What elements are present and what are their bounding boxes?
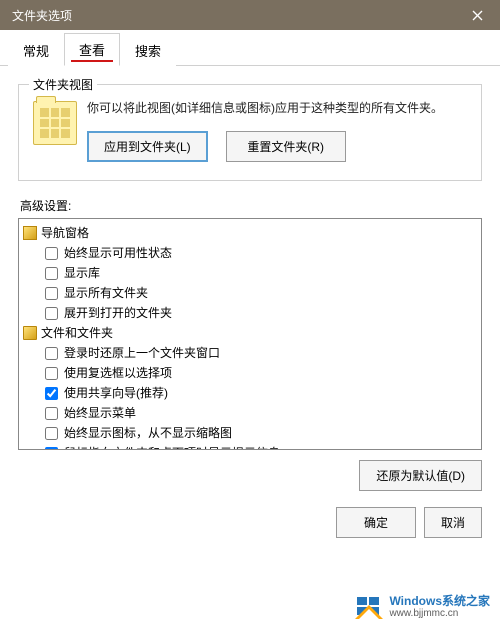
tree-item-checkbox[interactable] — [45, 247, 58, 260]
dialog-buttons: 确定 取消 — [0, 507, 500, 550]
tree-item-checkbox[interactable] — [45, 267, 58, 280]
tree-item-label: 始终显示菜单 — [64, 404, 136, 422]
window-title: 文件夹选项 — [12, 7, 72, 24]
tree-item-label: 显示库 — [64, 264, 100, 282]
watermark-url: www.bjjmmc.cn — [389, 608, 490, 619]
titlebar: 文件夹选项 — [0, 0, 500, 30]
ok-button[interactable]: 确定 — [336, 507, 416, 538]
tree-item-checkbox[interactable] — [45, 307, 58, 320]
folder-views-legend: 文件夹视图 — [29, 76, 97, 93]
tree-item[interactable]: 使用复选框以选择项 — [21, 363, 479, 383]
tree-item[interactable]: 始终显示可用性状态 — [21, 243, 479, 263]
tree-item-checkbox[interactable] — [45, 367, 58, 380]
watermark: Windows系统之家 www.bjjmmc.cn — [351, 593, 494, 621]
tree-item-label: 使用共享向导(推荐) — [64, 384, 168, 402]
tree-item-label: 显示所有文件夹 — [64, 284, 148, 302]
tree-group: 文件和文件夹 — [21, 323, 479, 343]
tab-content: 文件夹视图 你可以将此视图(如详细信息或图标)应用于这种类型的所有文件夹。 应用… — [0, 66, 500, 501]
tree-item-checkbox[interactable] — [45, 447, 58, 451]
apply-to-folders-button[interactable]: 应用到文件夹(L) — [87, 131, 208, 162]
watermark-title: Windows系统之家 — [389, 595, 490, 608]
folder-views-icon — [33, 101, 77, 145]
reset-folders-button[interactable]: 重置文件夹(R) — [226, 131, 346, 162]
restore-defaults-button[interactable]: 还原为默认值(D) — [359, 460, 482, 491]
tree-item[interactable]: 显示库 — [21, 263, 479, 283]
tree-item-checkbox[interactable] — [45, 407, 58, 420]
tree-item-checkbox[interactable] — [45, 287, 58, 300]
tab-search[interactable]: 搜索 — [120, 34, 176, 66]
tree-group-label: 文件和文件夹 — [41, 324, 113, 342]
tree-item[interactable]: 显示所有文件夹 — [21, 283, 479, 303]
tab-bar: 常规 查看 搜索 — [0, 30, 500, 66]
windows-logo-icon — [355, 595, 383, 619]
tree-item[interactable]: 始终显示菜单 — [21, 403, 479, 423]
tree-item-checkbox[interactable] — [45, 427, 58, 440]
folder-views-description: 你可以将此视图(如详细信息或图标)应用于这种类型的所有文件夹。 — [87, 99, 467, 117]
close-icon — [472, 10, 483, 21]
close-button[interactable] — [455, 0, 500, 30]
tree-item-label: 使用复选框以选择项 — [64, 364, 172, 382]
tree-item-label: 始终显示图标，从不显示缩略图 — [64, 424, 232, 442]
folder-views-group: 文件夹视图 你可以将此视图(如详细信息或图标)应用于这种类型的所有文件夹。 应用… — [18, 84, 482, 181]
tree-item[interactable]: 鼠标指向文件夹和桌面项时显示提示信息 — [21, 443, 479, 450]
tree-item[interactable]: 始终显示图标，从不显示缩略图 — [21, 423, 479, 443]
tree-item-label: 鼠标指向文件夹和桌面项时显示提示信息 — [64, 444, 280, 450]
tree-item[interactable]: 展开到打开的文件夹 — [21, 303, 479, 323]
tree-group: 导航窗格 — [21, 223, 479, 243]
tab-general[interactable]: 常规 — [8, 34, 64, 66]
tree-item-label: 始终显示可用性状态 — [64, 244, 172, 262]
tree-item-label: 展开到打开的文件夹 — [64, 304, 172, 322]
advanced-settings-tree[interactable]: 导航窗格始终显示可用性状态显示库显示所有文件夹展开到打开的文件夹文件和文件夹登录… — [18, 218, 482, 450]
tree-group-label: 导航窗格 — [41, 224, 89, 242]
tree-item[interactable]: 登录时还原上一个文件夹窗口 — [21, 343, 479, 363]
tree-item-checkbox[interactable] — [45, 347, 58, 360]
folder-group-icon — [23, 326, 37, 340]
tree-item-label: 登录时还原上一个文件夹窗口 — [64, 344, 220, 362]
tab-view[interactable]: 查看 — [64, 33, 120, 66]
folder-group-icon — [23, 226, 37, 240]
tree-item[interactable]: 使用共享向导(推荐) — [21, 383, 479, 403]
advanced-settings-label: 高级设置: — [20, 197, 482, 214]
tree-item-checkbox[interactable] — [45, 387, 58, 400]
cancel-button[interactable]: 取消 — [424, 507, 482, 538]
